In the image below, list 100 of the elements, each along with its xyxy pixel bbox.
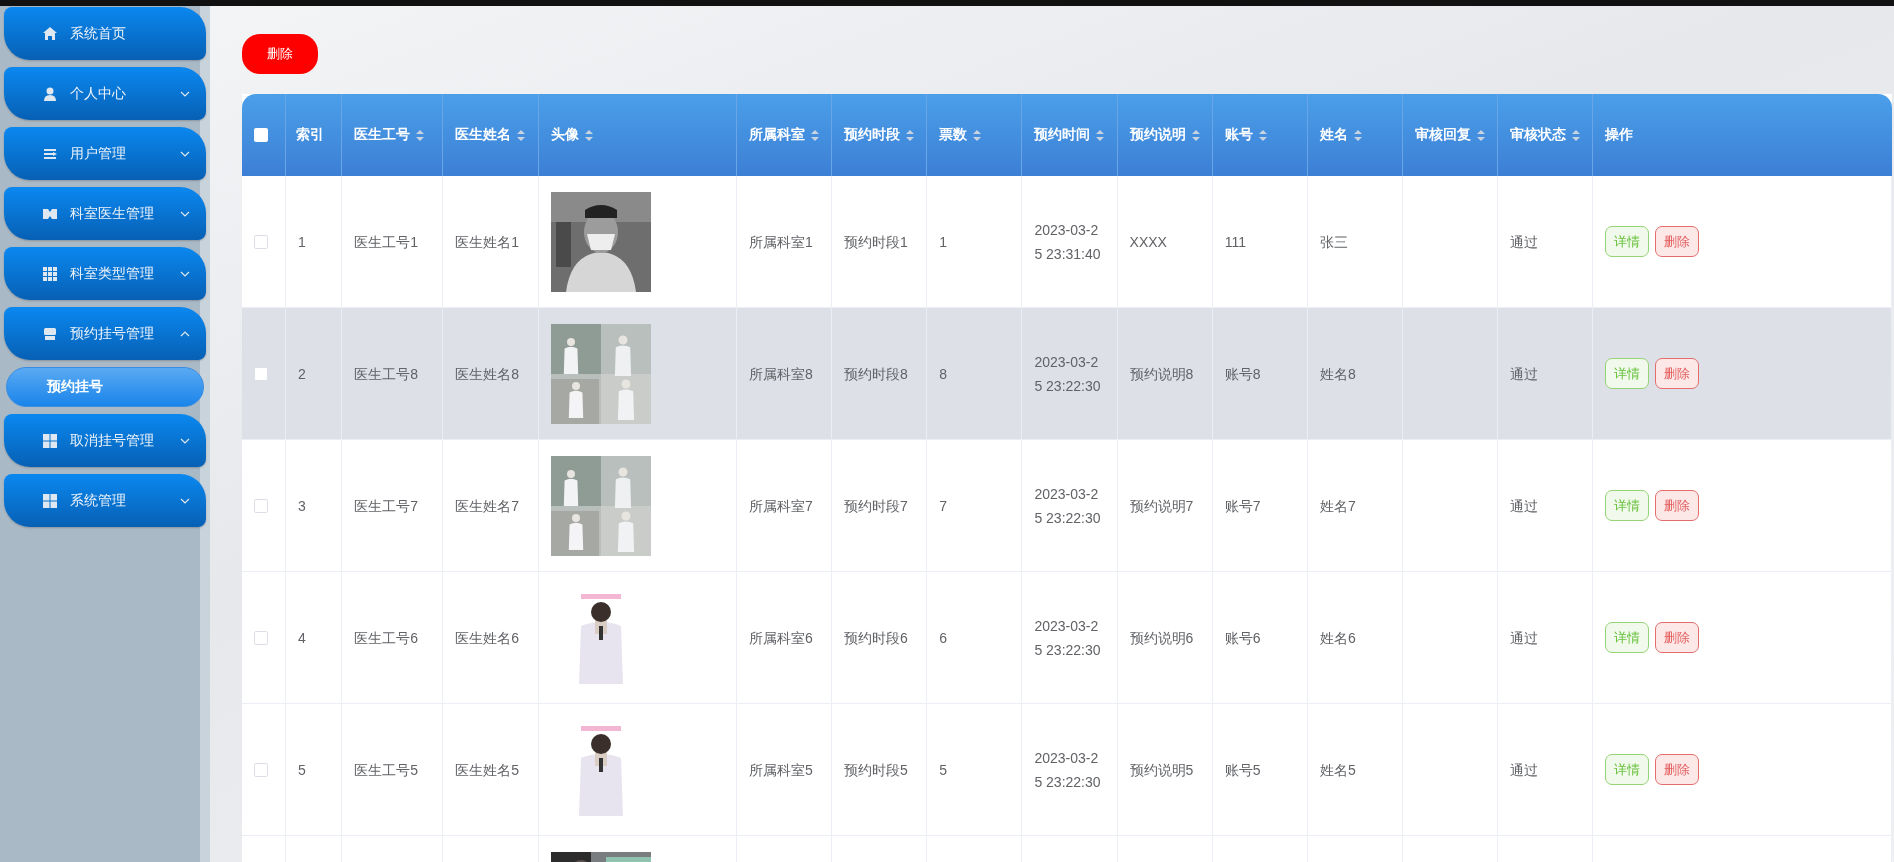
row-checkbox[interactable] — [254, 498, 268, 513]
sort-icon[interactable] — [1191, 129, 1200, 141]
sidebar-item[interactable]: 系统管理 — [4, 474, 206, 527]
home-icon — [42, 25, 58, 42]
table-cell: 2023-03-25 23:22:30 — [1034, 749, 1101, 790]
row-checkbox[interactable] — [254, 762, 268, 777]
sidebar-item[interactable]: 科室类型管理 — [4, 247, 206, 300]
table-cell: 7 — [939, 497, 947, 514]
table-cell: 医生工号8 — [354, 365, 418, 382]
chevron-down-icon — [180, 497, 190, 504]
submenu-item[interactable]: 预约挂号 — [6, 367, 204, 407]
table-cell: 医生工号5 — [354, 761, 418, 778]
sidebar-item[interactable]: 预约挂号管理 — [4, 307, 206, 360]
table-cell: 医生工号6 — [354, 629, 418, 646]
column-header: 预约时段 — [844, 126, 901, 144]
table-cell: 通过 — [1510, 629, 1539, 646]
table-cell: 4 — [298, 629, 306, 646]
chevron-up-icon — [180, 330, 190, 337]
row-checkbox[interactable] — [254, 234, 268, 249]
table-row[interactable]: 5 医生工号5 医生姓名5 所属科室5 预约时段5 5 2023-03-25 23:22:30 预约说明5 账号5 姓名5 通过 详情 删除 — [242, 704, 1892, 836]
table-cell: 医生工号1 — [354, 233, 418, 250]
row-checkbox[interactable] — [254, 630, 268, 645]
table-row[interactable]: 3 医生工号7 医生姓名7 所属科室7 预约时段7 7 2023-03-25 23:22:30 预约说明7 账号7 姓名7 通过 详情 删除 — [242, 440, 1892, 572]
column-header: 账号 — [1224, 126, 1253, 144]
table-cell: 账号7 — [1224, 497, 1261, 514]
table-cell: 所属科室6 — [748, 629, 813, 646]
table-cell: 医生姓名7 — [455, 497, 520, 514]
table-cell: 预约时段1 — [844, 233, 908, 250]
delete-button[interactable]: 删除 — [1655, 358, 1700, 389]
sort-icon[interactable] — [584, 129, 593, 141]
sort-icon[interactable] — [810, 129, 819, 141]
table-cell: 所属科室7 — [748, 497, 813, 514]
table-cell: 2023-03-25 23:22:30 — [1034, 353, 1101, 394]
delete-button[interactable]: 删除 — [1655, 754, 1700, 785]
table-cell: 张三 — [1319, 233, 1348, 250]
select-all-checkbox[interactable] — [254, 128, 268, 142]
sort-icon[interactable] — [1477, 129, 1486, 141]
sidebar-item[interactable]: 个人中心 — [4, 67, 206, 120]
column-header: 索引 — [296, 126, 325, 144]
table-cell: 2023-03-25 23:22:30 — [1034, 485, 1101, 526]
column-header: 预约时间 — [1034, 126, 1091, 144]
table-cell: 通过 — [1510, 233, 1539, 250]
sort-icon[interactable] — [416, 129, 425, 141]
table-cell: 医生姓名1 — [455, 233, 520, 250]
delete-button[interactable]: 删除 — [1655, 226, 1700, 257]
table-cell: 预约时段8 — [844, 365, 908, 382]
table-row[interactable]: 4 医生工号6 医生姓名6 所属科室6 预约时段6 6 2023-03-25 23:22:30 预约说明6 账号6 姓名6 通过 详情 删除 — [242, 572, 1892, 704]
sort-icon[interactable] — [1258, 129, 1267, 141]
sidebar-item[interactable]: 取消挂号管理 — [4, 414, 206, 467]
table-cell: 3 — [298, 497, 306, 514]
column-header: 操作 — [1605, 126, 1634, 144]
table-cell: 2 — [298, 365, 306, 382]
tiles-icon — [42, 432, 58, 449]
column-header: 头像 — [550, 126, 579, 144]
sidebar-item[interactable]: 科室医生管理 — [4, 187, 206, 240]
table-cell: 医生姓名6 — [455, 629, 520, 646]
sort-icon[interactable] — [1572, 129, 1581, 141]
table-cell: 5 — [298, 761, 306, 778]
tiles-icon — [42, 492, 58, 509]
grid-icon — [42, 265, 58, 282]
table-cell: 2023-03-25 23:31:40 — [1034, 221, 1101, 262]
sidebar-item[interactable]: 用户管理 — [4, 127, 206, 180]
table-cell: 6 — [939, 629, 947, 646]
column-header: 医生工号 — [354, 126, 411, 144]
sort-icon[interactable] — [973, 129, 982, 141]
column-header: 预约说明 — [1129, 126, 1186, 144]
column-header: 审核回复 — [1415, 126, 1472, 144]
table-cell: XXXX — [1129, 233, 1167, 250]
sort-icon[interactable] — [1353, 129, 1362, 141]
table-cell: 8 — [939, 365, 947, 382]
chevron-down-icon — [180, 437, 190, 444]
chevron-down-icon — [180, 210, 190, 217]
table-cell: 预约说明5 — [1129, 761, 1194, 778]
table-cell: 通过 — [1510, 365, 1539, 382]
sort-icon[interactable] — [517, 129, 526, 141]
chevron-down-icon — [180, 270, 190, 277]
table-cell: 姓名6 — [1319, 629, 1356, 646]
user-icon — [42, 85, 58, 102]
row-checkbox[interactable] — [254, 366, 268, 381]
chevron-down-icon — [180, 150, 190, 157]
table-cell: 所属科室8 — [748, 365, 813, 382]
table-row[interactable]: 2 医生工号8 医生姓名8 所属科室8 预约时段8 8 2023-03-25 23:22:30 预约说明8 账号8 姓名8 通过 详情 删除 — [242, 308, 1892, 440]
table-cell: 1 — [298, 233, 306, 250]
table-cell: 所属科室5 — [748, 761, 813, 778]
sort-icon[interactable] — [906, 129, 915, 141]
delete-button[interactable]: 删除 — [1655, 622, 1700, 653]
table-cell: 医生姓名5 — [455, 761, 520, 778]
table-cell: 账号6 — [1224, 629, 1261, 646]
table-cell: 医生工号7 — [354, 497, 418, 514]
table-cell: 2023-03-25 23:22:30 — [1034, 617, 1101, 658]
delete-button[interactable]: 删除 — [1655, 490, 1700, 521]
sidebar-item[interactable]: 系统首页 — [4, 7, 206, 60]
table-row[interactable]: 1 医生工号1 医生姓名1 所属科室1 预约时段1 1 2023-03-25 23:31:40 XXXX 111 张三 通过 详情 删除 — [242, 176, 1892, 308]
table-cell: 姓名7 — [1319, 497, 1356, 514]
table-cell: 预约时段6 — [844, 629, 908, 646]
delete-button[interactable]: 删除 — [242, 34, 318, 74]
table-cell: 账号5 — [1224, 761, 1261, 778]
sort-icon[interactable] — [1096, 129, 1105, 141]
column-header: 所属科室 — [748, 126, 805, 144]
table-cell: 预约说明6 — [1129, 629, 1194, 646]
